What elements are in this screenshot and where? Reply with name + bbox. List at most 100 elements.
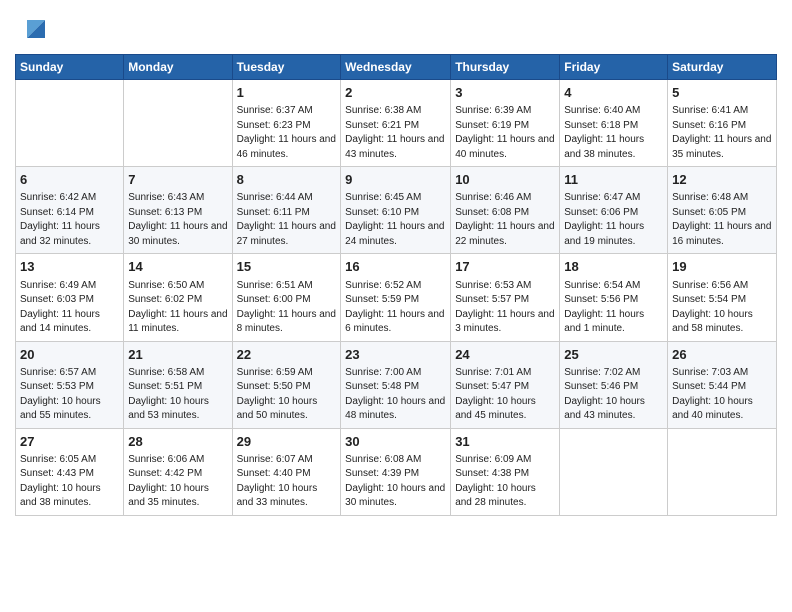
sunrise-text: Sunrise: 6:45 AM (345, 192, 421, 203)
sunrise-text: Sunrise: 6:41 AM (672, 105, 748, 116)
sunset-text: Sunset: 5:51 PM (128, 381, 202, 392)
daylight-text: Daylight: 11 hours and 16 minutes. (672, 221, 771, 247)
daylight-text: Daylight: 11 hours and 19 minutes. (564, 221, 644, 247)
weekday-header-row: SundayMondayTuesdayWednesdayThursdayFrid… (16, 55, 777, 80)
daylight-text: Daylight: 11 hours and 11 minutes. (128, 309, 227, 335)
calendar-cell: 17Sunrise: 6:53 AMSunset: 5:57 PMDayligh… (451, 254, 560, 341)
day-number: 16 (345, 258, 446, 276)
day-info: Sunrise: 7:03 AMSunset: 5:44 PMDaylight:… (672, 366, 772, 424)
calendar-cell: 10 Sunrise: 6:46 AMSunset: 6:08 PMDayligh… (451, 167, 560, 254)
day-info: Sunrise: 6:40 AMSunset: 6:18 PMDaylight:… (564, 104, 663, 162)
day-info: Sunrise: 6:42 AM Sunset: 6:14 PM Daylight:… (20, 191, 119, 249)
daylight-text: Daylight: 11 hours and 1 minute. (564, 309, 644, 335)
week-row-3: 13Sunrise: 6:49 AMSunset: 6:03 PMDayligh… (16, 254, 777, 341)
sunset-text: Sunset: 4:40 PM (237, 468, 311, 479)
sunrise-text: Sunrise: 6:06 AM (128, 454, 204, 465)
day-number: 17 (455, 258, 555, 276)
sunset-text: Sunset: 6:06 PM (564, 207, 638, 218)
daylight-text: Daylight: 10 hours and 28 minutes. (455, 483, 536, 509)
day-number: 25 (564, 346, 663, 364)
day-number: 6 (20, 171, 119, 189)
calendar-cell: 12 Sunrise: 6:48 AMSunset: 6:05 PMDayligh… (668, 167, 777, 254)
day-number: 18 (564, 258, 663, 276)
day-info: Sunrise: 6:46 AMSunset: 6:08 PMDaylight:… (455, 191, 555, 249)
sunset-text: Sunset: 6:08 PM (455, 207, 529, 218)
sunset-text: Sunset: 6:02 PM (128, 294, 202, 305)
sunset-text: Sunset: 5:57 PM (455, 294, 529, 305)
sunrise-text: Sunrise: 6:50 AM (128, 280, 204, 291)
sunset-text: Sunset: 4:39 PM (345, 468, 419, 479)
sunrise-text: Sunrise: 6:59 AM (237, 367, 313, 378)
calendar-cell: 1 Sunrise: 6:37 AMSunset: 6:23 PMDaylight… (232, 80, 341, 167)
sunrise-text: Sunrise: 6:51 AM (237, 280, 313, 291)
sunrise-text: Sunrise: 6:37 AM (237, 105, 313, 116)
day-info: Sunrise: 6:39 AMSunset: 6:19 PMDaylight:… (455, 104, 555, 162)
daylight-text: Daylight: 11 hours and 43 minutes. (345, 134, 444, 160)
day-number: 1 (237, 84, 337, 102)
sunset-text: Sunset: 5:46 PM (564, 381, 638, 392)
day-number: 31 (455, 433, 555, 451)
sunset-text: Sunset: 6:14 PM (20, 207, 94, 218)
day-number: 19 (672, 258, 772, 276)
calendar-cell: 25 Sunrise: 7:02 AMSunset: 5:46 PMDayligh… (560, 341, 668, 428)
day-number: 28 (128, 433, 227, 451)
header (15, 10, 777, 46)
day-info: Sunrise: 7:01 AMSunset: 5:47 PMDaylight:… (455, 366, 555, 424)
weekday-header-thursday: Thursday (451, 55, 560, 80)
sunrise-text: Sunrise: 6:38 AM (345, 105, 421, 116)
day-info: Sunrise: 6:51 AMSunset: 6:00 PMDaylight:… (237, 279, 337, 337)
sunrise-text: Sunrise: 6:43 AM (128, 192, 204, 203)
daylight-text: Daylight: 11 hours and 27 minutes. (237, 221, 336, 247)
day-number: 7 (128, 171, 227, 189)
day-info: Sunrise: 6:08 AMSunset: 4:39 PMDaylight:… (345, 453, 446, 511)
calendar-cell: 29Sunrise: 6:07 AMSunset: 4:40 PMDayligh… (232, 428, 341, 515)
day-number: 12 (672, 171, 772, 189)
day-number: 2 (345, 84, 446, 102)
day-info: Sunrise: 6:56 AMSunset: 5:54 PMDaylight:… (672, 279, 772, 337)
sunset-text: Sunset: 5:48 PM (345, 381, 419, 392)
calendar-cell: 21Sunrise: 6:58 AMSunset: 5:51 PMDayligh… (124, 341, 232, 428)
daylight-text: Daylight: 11 hours and 6 minutes. (345, 309, 444, 335)
day-info: Sunrise: 6:48 AMSunset: 6:05 PMDaylight:… (672, 191, 772, 249)
sunset-text: Sunset: 4:42 PM (128, 468, 202, 479)
day-info: Sunrise: 7:02 AMSunset: 5:46 PMDaylight:… (564, 366, 663, 424)
calendar-cell: 5Sunrise: 6:41 AMSunset: 6:16 PMDaylight… (668, 80, 777, 167)
daylight-text: Daylight: 10 hours and 30 minutes. (345, 483, 445, 509)
sunset-text: Sunset: 6:21 PM (345, 120, 419, 131)
calendar-cell: 23Sunrise: 7:00 AMSunset: 5:48 PMDayligh… (341, 341, 451, 428)
day-number: 9 (345, 171, 446, 189)
day-info: Sunrise: 6:50 AM Sunset: 6:02 PM Daylight:… (128, 279, 227, 337)
logo (15, 10, 53, 46)
day-number: 10 (455, 171, 555, 189)
day-number: 30 (345, 433, 446, 451)
sunrise-text: Sunrise: 7:03 AM (672, 367, 748, 378)
day-info: Sunrise: 7:00 AMSunset: 5:48 PMDaylight:… (345, 366, 446, 424)
calendar-cell: 22Sunrise: 6:59 AMSunset: 5:50 PMDayligh… (232, 341, 341, 428)
calendar-cell: 8Sunrise: 6:44 AMSunset: 6:11 PMDaylight… (232, 167, 341, 254)
daylight-text: Daylight: 11 hours and 32 minutes. (20, 221, 100, 247)
day-number: 3 (455, 84, 555, 102)
calendar-cell: 24Sunrise: 7:01 AMSunset: 5:47 PMDayligh… (451, 341, 560, 428)
weekday-header-saturday: Saturday (668, 55, 777, 80)
calendar-cell: 16Sunrise: 6:52 AMSunset: 5:59 PMDayligh… (341, 254, 451, 341)
day-number: 5 (672, 84, 772, 102)
sunrise-text: Sunrise: 6:44 AM (237, 192, 313, 203)
daylight-text: Daylight: 11 hours and 24 minutes. (345, 221, 444, 247)
day-info: Sunrise: 6:37 AMSunset: 6:23 PMDaylight:… (237, 104, 337, 162)
calendar-cell: 30 Sunrise: 6:08 AMSunset: 4:39 PMDayligh… (341, 428, 451, 515)
sunset-text: Sunset: 5:54 PM (672, 294, 746, 305)
sunset-text: Sunset: 4:43 PM (20, 468, 94, 479)
daylight-text: Daylight: 10 hours and 40 minutes. (672, 396, 753, 422)
sunrise-text: Sunrise: 6:53 AM (455, 280, 531, 291)
day-info: Sunrise: 6:57 AMSunset: 5:53 PMDaylight:… (20, 366, 119, 424)
calendar-cell: 4Sunrise: 6:40 AMSunset: 6:18 PMDaylight… (560, 80, 668, 167)
calendar-cell: 2 Sunrise: 6:38 AM Sunset: 6:21 PM Daylight… (341, 80, 451, 167)
daylight-text: Daylight: 10 hours and 38 minutes. (20, 483, 101, 509)
calendar-cell: 3 Sunrise: 6:39 AMSunset: 6:19 PMDaylight… (451, 80, 560, 167)
sunset-text: Sunset: 6:05 PM (672, 207, 746, 218)
sunset-text: Sunset: 6:03 PM (20, 294, 94, 305)
daylight-text: Daylight: 11 hours and 30 minutes. (128, 221, 227, 247)
sunrise-text: Sunrise: 6:42 AM (20, 192, 96, 203)
calendar-cell: 15Sunrise: 6:51 AMSunset: 6:00 PMDayligh… (232, 254, 341, 341)
calendar-cell: 9Sunrise: 6:45 AMSunset: 6:10 PMDaylight… (341, 167, 451, 254)
